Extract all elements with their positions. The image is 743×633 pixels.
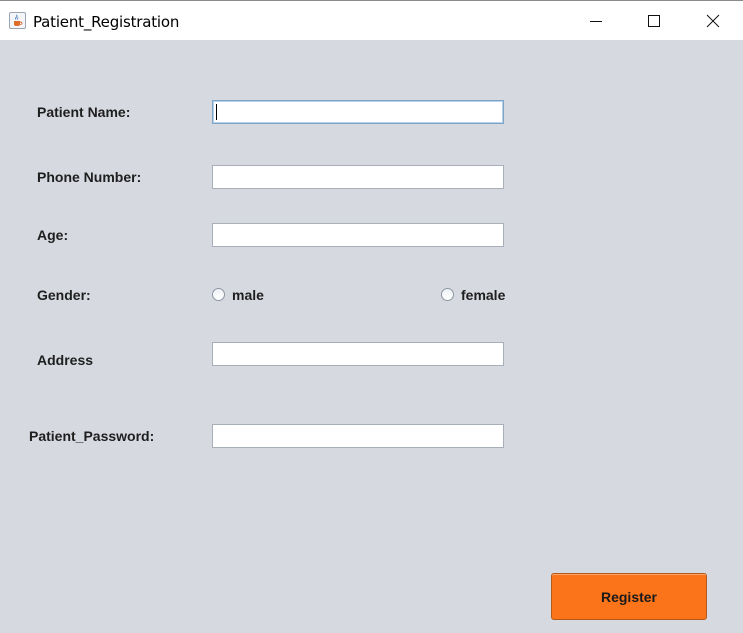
close-button[interactable]: [685, 1, 743, 41]
phone-number-input[interactable]: [212, 165, 504, 189]
patient-registration-window: Patient_Registration Patient Name: Phone…: [0, 0, 743, 633]
close-icon: [706, 14, 720, 28]
java-cup-icon: [9, 12, 26, 29]
male-radio[interactable]: [212, 288, 225, 301]
maximize-icon: [648, 15, 660, 27]
minimize-button[interactable]: [568, 1, 626, 41]
female-radio[interactable]: [441, 288, 454, 301]
male-radio-label[interactable]: male: [232, 287, 264, 303]
age-label: Age:: [37, 227, 69, 243]
patient-password-label: Patient_Password:: [29, 428, 155, 444]
phone-number-label: Phone Number:: [37, 169, 142, 185]
register-button[interactable]: Register: [551, 573, 707, 620]
address-label: Address: [37, 352, 94, 368]
maximize-button[interactable]: [626, 1, 684, 41]
register-button-label: Register: [600, 588, 658, 605]
title-bar[interactable]: Patient_Registration: [0, 0, 743, 40]
age-input[interactable]: [212, 223, 504, 247]
patient-password-input[interactable]: [212, 424, 504, 448]
minimize-icon: [590, 21, 602, 22]
gender-label: Gender:: [37, 287, 91, 303]
text-caret: [216, 104, 217, 120]
address-input[interactable]: [212, 342, 504, 366]
female-radio-label[interactable]: female: [461, 287, 505, 303]
patient-name-input[interactable]: [212, 100, 504, 124]
window-title: Patient_Registration: [33, 13, 180, 31]
patient-name-label: Patient Name:: [37, 104, 131, 120]
